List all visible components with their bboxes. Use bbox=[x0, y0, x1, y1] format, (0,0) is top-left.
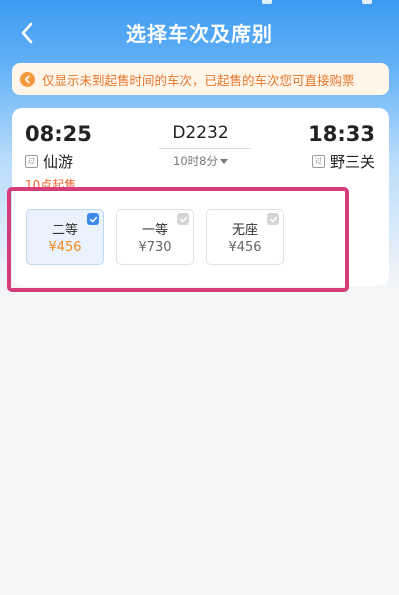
pass-badge: 过 bbox=[311, 155, 325, 168]
arrival-station-name: 野三关 bbox=[329, 153, 375, 171]
departure-station: 过 仙游 bbox=[25, 151, 73, 172]
caret-down-icon bbox=[219, 159, 228, 164]
checkmark-icon[interactable] bbox=[177, 213, 189, 225]
notice-banner: 仅显示未到起售时间的车次，已起售的车次您可直接购票 bbox=[12, 63, 389, 95]
pass-badge: 过 bbox=[25, 155, 38, 168]
checkmark-icon[interactable] bbox=[267, 213, 279, 225]
notice-text: 仅显示未到起售时间的车次，已起售的车次您可直接购票 bbox=[42, 72, 355, 88]
seat-price: ¥456 bbox=[48, 240, 82, 255]
status-bar bbox=[0, 0, 399, 6]
seat-price: ¥730 bbox=[138, 240, 172, 255]
status-signal-icon bbox=[262, 0, 272, 4]
seat-option-no-seat[interactable]: 无座 ¥456 bbox=[206, 209, 284, 265]
seat-option-first-class[interactable]: 一等 ¥730 bbox=[116, 209, 194, 265]
page-title: 选择车次及席别 bbox=[126, 22, 273, 46]
departure-station-name: 仙游 bbox=[43, 153, 74, 171]
train-card: 08:25 D2232 18:33 10时8分 过 仙游 过 野三关 10点起售… bbox=[12, 108, 389, 286]
seat-price: ¥456 bbox=[228, 240, 262, 255]
duration-text: 10时8分 bbox=[173, 154, 218, 168]
route-divider bbox=[159, 148, 251, 149]
arrival-station: 过 野三关 bbox=[311, 151, 375, 172]
sale-time-note: 10点起售 bbox=[25, 178, 77, 190]
checkmark-icon[interactable] bbox=[87, 213, 99, 225]
status-battery-icon bbox=[362, 0, 372, 4]
seat-option-second-class[interactable]: 二等 ¥456 bbox=[26, 209, 104, 265]
arrival-time: 18:33 bbox=[308, 122, 375, 146]
notice-arrow-icon bbox=[20, 71, 35, 87]
